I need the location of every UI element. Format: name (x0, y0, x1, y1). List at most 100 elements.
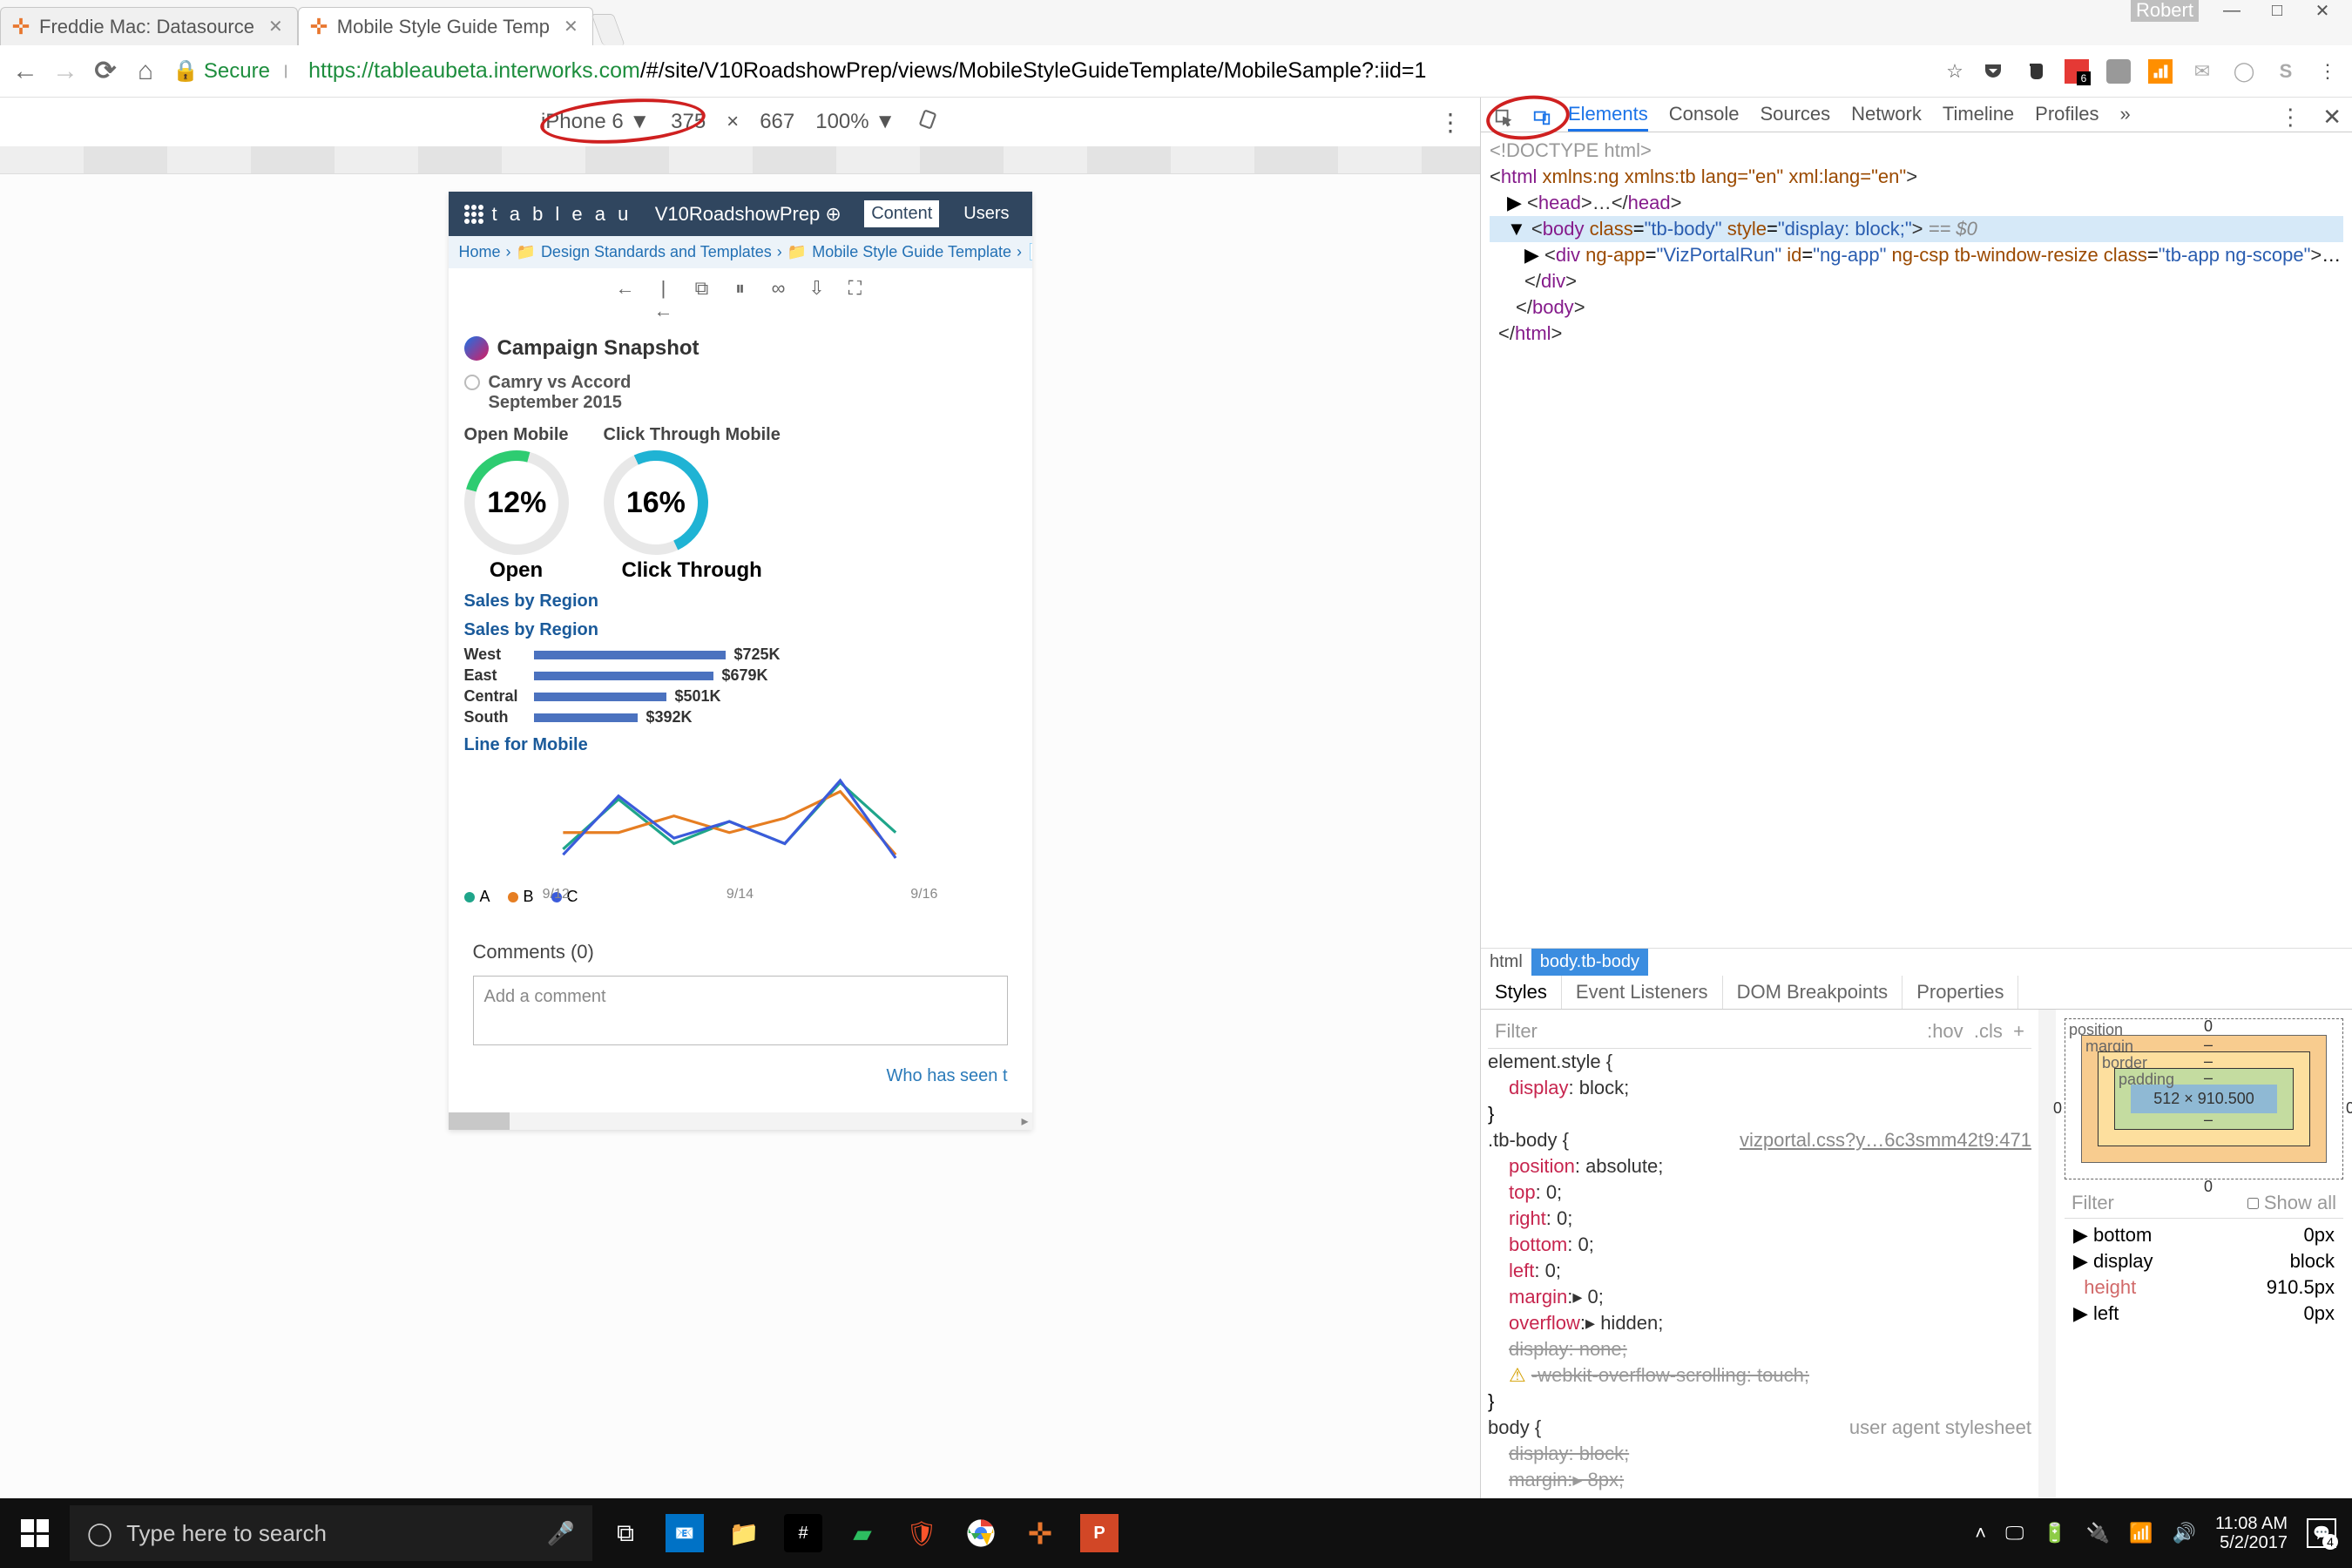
lastpass-icon[interactable] (2065, 59, 2089, 84)
nav-users-tab[interactable]: Users (956, 200, 1016, 227)
evernote-icon[interactable]: ▰ (843, 1514, 882, 1552)
overridden-prop: display: none; (1488, 1336, 2031, 1362)
slack-icon[interactable]: # (784, 1514, 822, 1552)
tray-power-icon[interactable]: 🔌 (2086, 1522, 2110, 1544)
subtab-styles[interactable]: Styles (1481, 976, 1562, 1009)
subtab-listeners[interactable]: Event Listeners (1562, 976, 1723, 1009)
devtools-tab-timeline[interactable]: Timeline (1943, 103, 2014, 132)
browser-tab-freddie[interactable]: Freddie Mac: Datasource ✕ (0, 7, 298, 45)
tray-expand-icon[interactable]: ˄ (1975, 1522, 1986, 1544)
bar (534, 713, 638, 722)
styles-filter-input[interactable]: Filter (1495, 1018, 1538, 1044)
dom-tree[interactable]: <!DOCTYPE html> <html xmlns:ng xmlns:tb … (1481, 132, 2352, 948)
window-maximize-button[interactable]: □ (2265, 0, 2289, 23)
brave-icon[interactable]: 🛡 (902, 1514, 941, 1552)
devtools-tab-network[interactable]: Network (1851, 103, 1922, 132)
responsive-ruler[interactable] (0, 146, 1480, 174)
back-button[interactable]: ← (12, 57, 38, 86)
show-all-checkbox[interactable] (2247, 1198, 2259, 1209)
horizontal-scrollbar[interactable] (449, 1112, 1032, 1130)
powerpoint-icon[interactable]: P (1080, 1514, 1119, 1552)
cls-toggle[interactable]: .cls (1974, 1020, 2003, 1042)
explorer-icon[interactable]: 📁 (725, 1514, 763, 1552)
tableau-favicon-icon (309, 17, 330, 37)
pause-icon[interactable]: ⏸ (730, 277, 751, 322)
devtools-tab-elements[interactable]: Elements (1568, 103, 1648, 132)
mail-icon[interactable]: ✉ (2190, 59, 2214, 84)
bm-label: padding (2119, 1071, 2174, 1089)
project-name[interactable]: V10RoadshowPrep ⊕ (655, 203, 841, 226)
chrome-menu-icon[interactable]: ⋮ (2315, 59, 2340, 84)
devtools-close-icon[interactable]: ✕ (2322, 104, 2342, 131)
bar-value: $501K (675, 687, 721, 706)
devtools-tab-sources[interactable]: Sources (1760, 103, 1830, 132)
analytics-icon[interactable] (2148, 59, 2173, 84)
device-zoom-select[interactable]: 100% ▼ (815, 110, 896, 134)
who-seen-link[interactable]: Who has seen t (473, 1066, 1008, 1086)
secure-indicator[interactable]: 🔒 Secure (172, 58, 270, 84)
task-view-icon[interactable]: ⧉ (606, 1514, 645, 1552)
tray-monitor-icon[interactable]: 🖵 (2005, 1522, 2024, 1544)
devtools-menu-icon[interactable]: ⋮ (2279, 104, 2301, 131)
device-menu-icon[interactable]: ⋮ (1438, 108, 1463, 137)
bookmark-star-icon[interactable]: ☆ (1943, 59, 1967, 84)
styles-panel[interactable]: Filter :hov .cls + element.style { displ… (1481, 1010, 2038, 1498)
fullscreen-icon[interactable]: ⛶ (845, 277, 866, 322)
browser-tab-mobile-style[interactable]: Mobile Style Guide Temp ✕ (298, 7, 593, 45)
nav-content-tab[interactable]: Content (864, 200, 939, 227)
reload-button[interactable]: ⟳ (92, 56, 118, 86)
start-button[interactable] (0, 1519, 70, 1547)
circle-icon[interactable]: ◯ (2232, 59, 2256, 84)
chrome-icon[interactable] (962, 1514, 1000, 1552)
home-button[interactable]: ⌂ (132, 57, 159, 86)
bc-html[interactable]: html (1481, 949, 1531, 976)
share-icon[interactable]: ∞ (768, 277, 789, 322)
line-title: Line for Mobile (464, 735, 1017, 755)
devtools-tab-console[interactable]: Console (1669, 103, 1740, 132)
subtab-breakpoints[interactable]: DOM Breakpoints (1723, 976, 1903, 1009)
comment-input[interactable]: Add a comment (473, 976, 1008, 1045)
crumb-2[interactable]: Design Standards and Templates (541, 243, 772, 261)
hov-toggle[interactable]: :hov (1927, 1020, 1963, 1042)
computed-filter-input[interactable]: Filter (2072, 1192, 2114, 1214)
tray-battery-icon[interactable]: 🔋 (2043, 1522, 2066, 1544)
vertical-scrollbar[interactable] (2038, 1010, 2056, 1498)
box-model: position 0 0 0 margin – border – padding… (2056, 1010, 2352, 1498)
download-icon[interactable]: ⇩ (807, 277, 828, 322)
tray-clock[interactable]: 11:08 AM 5/2/2017 (2215, 1514, 2288, 1552)
pocket-icon[interactable] (1981, 59, 2005, 84)
tray-volume-icon[interactable]: 🔊 (2173, 1522, 2196, 1544)
rotate-icon[interactable] (916, 108, 939, 137)
computed-panel[interactable]: ▶ bottom0px ▶ displayblock height910.5px… (2065, 1219, 2343, 1330)
tick: 9/12 (543, 887, 570, 902)
source-link[interactable]: vizportal.css?y…6c3smm42t9:471 (1740, 1127, 2031, 1153)
url-input[interactable]: https://tableaubeta.interworks.com/#/sit… (301, 55, 1929, 87)
refresh-icon[interactable]: ⧉ (692, 277, 713, 322)
crumb-home[interactable]: Home (459, 243, 501, 261)
crumb-3[interactable]: Mobile Style Guide Template (812, 243, 1011, 261)
close-tab-icon[interactable]: ✕ (268, 16, 283, 37)
evernote-icon[interactable] (2023, 59, 2047, 84)
revert-icon[interactable]: |← (653, 277, 674, 322)
new-tab-button[interactable] (591, 14, 625, 45)
mic-icon[interactable]: 🎤 (547, 1520, 575, 1547)
tableau-icon[interactable] (1021, 1514, 1059, 1552)
grammarly-icon[interactable] (2106, 59, 2131, 84)
devtools-tab-more[interactable]: » (2120, 103, 2131, 132)
window-close-button[interactable]: ✕ (2310, 0, 2335, 23)
subtab-properties[interactable]: Properties (1903, 976, 2018, 1009)
window-minimize-button[interactable]: — (2220, 0, 2244, 23)
add-rule-icon[interactable]: + (2013, 1020, 2024, 1042)
outlook-icon[interactable]: 📧 (666, 1514, 704, 1552)
action-center-icon[interactable]: 💬 (2307, 1518, 2336, 1548)
bc-body[interactable]: body.tb-body (1531, 949, 1648, 976)
back-icon[interactable]: ← (615, 277, 636, 322)
forward-button[interactable]: → (52, 57, 78, 86)
device-height-input[interactable]: 667 (760, 110, 794, 134)
devtools-tab-profiles[interactable]: Profiles (2035, 103, 2099, 132)
cortana-search[interactable]: ◯ Type here to search 🎤 (70, 1505, 592, 1561)
close-tab-icon[interactable]: ✕ (564, 16, 578, 37)
secure-label: Secure (204, 59, 270, 84)
tray-wifi-icon[interactable]: 📶 (2129, 1522, 2153, 1544)
skype-icon[interactable]: S (2274, 59, 2298, 84)
